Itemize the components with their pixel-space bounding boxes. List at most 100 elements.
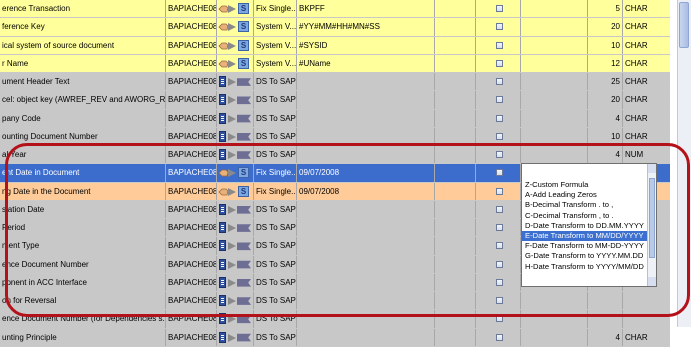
rule-value[interactable]: 09/07/2008 [297,182,435,200]
table-row[interactable]: ical system of source document BAPIACHE08… [0,36,670,55]
checkbox-cell[interactable] [476,237,521,255]
transform-cell[interactable] [521,310,588,328]
rule-type[interactable]: DS To SAP [254,73,297,91]
rule-type[interactable]: DS To SAP [254,255,297,273]
rule-type[interactable]: System V... [254,18,297,36]
transform-cell[interactable] [521,328,588,346]
checkbox[interactable] [496,59,503,67]
transform-cell[interactable] [521,127,588,145]
dropdown-option[interactable]: A-Add Leading Zeros [522,190,656,200]
rule-value[interactable]: #YY#MM#HH#MN#SS [297,18,435,36]
checkbox[interactable] [496,278,503,286]
rule-value[interactable]: BKPFF [297,0,435,18]
checkbox-cell[interactable] [476,0,521,18]
table-row[interactable]: ference Key BAPIACHE08 S System V... #YY#MM#… [0,18,670,37]
dropdown-option[interactable]: Z-Custom Formula [522,180,656,190]
rule-value[interactable] [297,91,435,109]
table-row[interactable]: pany Code BAPIACHE08 DS To SAP 4 CHAR [0,109,670,128]
checkbox-cell[interactable] [476,310,521,328]
checkbox[interactable] [496,333,503,341]
checkbox[interactable] [496,169,503,177]
dropdown-scroll-thumb[interactable] [649,178,655,258]
checkbox-cell[interactable] [476,91,521,109]
rule-type[interactable]: DS To SAP [254,237,297,255]
dropdown-option[interactable]: E-Date Transform to MM/DD/YYYY [522,230,656,242]
checkbox[interactable] [496,114,503,122]
rule-icons[interactable] [217,91,254,109]
rule-icons[interactable] [217,292,254,310]
rule-value[interactable] [297,200,435,218]
rule-value[interactable] [297,310,435,328]
table-row[interactable]: r Name BAPIACHE08 S System V... #UName 12 CHAR [0,54,670,73]
rule-icons[interactable] [217,273,254,291]
rule-value[interactable]: 09/07/2008 [297,164,435,182]
checkbox-cell[interactable] [476,36,521,54]
checkbox[interactable] [496,260,503,268]
checkbox[interactable] [496,78,503,85]
checkbox-cell[interactable] [476,292,521,310]
rule-type[interactable]: System V... [254,36,297,54]
checkbox[interactable] [496,5,503,12]
rule-value[interactable] [297,219,435,237]
rule-type[interactable]: System V... [254,54,297,72]
rule-icons[interactable]: S [217,0,254,18]
checkbox[interactable] [496,205,503,213]
rule-type[interactable]: Fix Single... [254,182,297,200]
rule-type[interactable]: Fix Single... [254,164,297,182]
rule-value[interactable] [297,255,435,273]
transform-cell[interactable] [521,54,588,72]
rule-icons[interactable]: S [217,18,254,36]
checkbox[interactable] [496,315,503,323]
checkbox-cell[interactable] [476,255,521,273]
checkbox-cell[interactable] [476,164,521,182]
table-row[interactable]: ence Document Number (for Dependencies s… [0,310,670,329]
rule-icons[interactable] [217,219,254,237]
rule-icons[interactable] [217,200,254,218]
rule-value[interactable] [297,127,435,145]
rule-icons[interactable] [217,127,254,145]
transform-cell[interactable] [521,109,588,127]
checkbox-cell[interactable] [476,18,521,36]
transform-cell[interactable] [521,146,588,164]
checkbox[interactable] [496,151,503,158]
checkbox[interactable] [496,224,503,231]
checkbox-cell[interactable] [476,54,521,72]
rule-value[interactable] [297,109,435,127]
table-row[interactable]: ounting Document Number BAPIACHE08 DS To S… [0,127,670,146]
rule-type[interactable]: DS To SAP [254,200,297,218]
dropdown-option[interactable]: G-Date Transform to YYYY.MM.DD [522,251,656,261]
transform-cell[interactable] [521,18,588,36]
checkbox-cell[interactable] [476,146,521,164]
transform-cell[interactable] [521,73,588,91]
checkbox[interactable] [496,242,503,250]
rule-type[interactable]: Fix Single... [254,0,297,18]
grid-vertical-scrollbar[interactable] [677,0,691,327]
transform-cell[interactable] [521,292,588,310]
transform-cell[interactable] [521,36,588,54]
scrollbar-thumb[interactable] [679,2,689,48]
checkbox[interactable] [496,23,503,31]
rule-value[interactable] [297,146,435,164]
checkbox-cell[interactable] [476,182,521,200]
checkbox[interactable] [496,187,503,195]
checkbox-cell[interactable] [476,109,521,127]
rule-type[interactable]: DS To SAP [254,273,297,291]
rule-icons[interactable]: S [217,164,254,182]
checkbox[interactable] [496,297,503,304]
scroll-down-button[interactable] [648,277,656,286]
checkbox-cell[interactable] [476,127,521,145]
rule-type[interactable]: DS To SAP [254,109,297,127]
rule-icons[interactable] [217,255,254,273]
table-row[interactable]: unting Principle BAPIACHE08 DS To SAP 4 CHAR [0,328,670,347]
checkbox-cell[interactable] [476,73,521,91]
dropdown-option[interactable]: C-Decimal Transform , to . [522,211,656,221]
table-row[interactable]: cel: object key (AWREF_REV and AWORG_REV… [0,91,670,110]
rule-value[interactable] [297,237,435,255]
checkbox-cell[interactable] [476,273,521,291]
transform-cell[interactable] [521,91,588,109]
rule-value[interactable] [297,73,435,91]
table-row[interactable]: erence Transaction BAPIACHE08 S Fix Single.… [0,0,670,19]
table-row[interactable]: ument Header Text BAPIACHE08 DS To SAP 25 CH… [0,73,670,92]
dropdown-option[interactable]: D-Date Transform to DD.MM.YYYY [522,221,656,231]
rule-value[interactable] [297,292,435,310]
